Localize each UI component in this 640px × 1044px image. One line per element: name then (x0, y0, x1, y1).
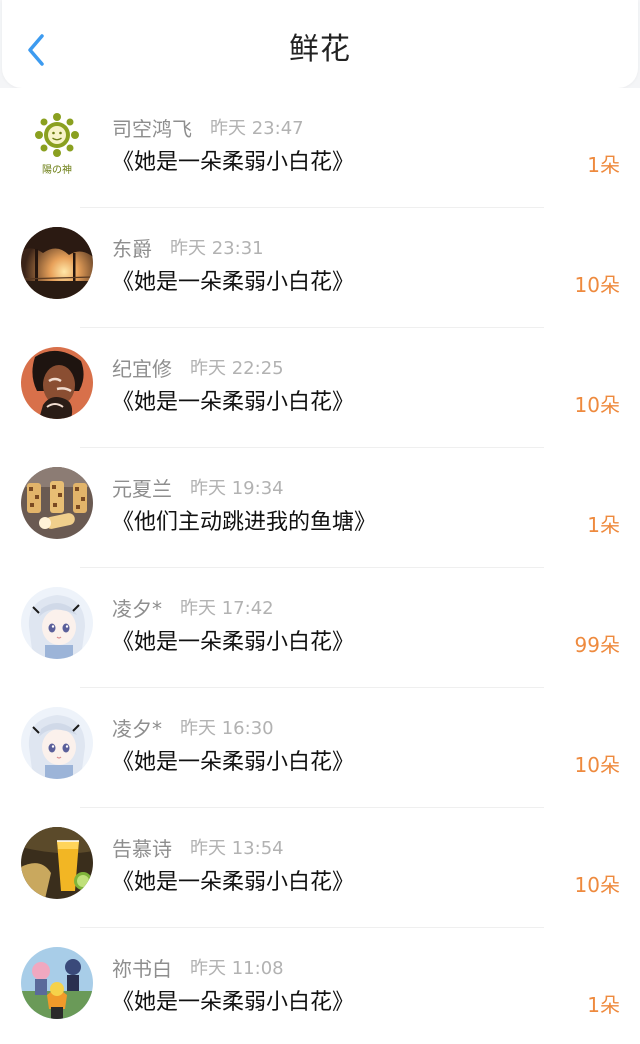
item-meta: 凌夕* 昨天 17:42 (112, 592, 274, 622)
flower-count: 10朵 (574, 273, 620, 297)
book-title[interactable]: 《他们主动跳进我的鱼塘》 (112, 506, 376, 540)
flower-count: 10朵 (574, 753, 620, 777)
anime-characters-avatar (21, 947, 93, 1019)
gift-list-item[interactable]: 东爵 昨天 23:31 《她是一朵柔弱小白花》 10朵 (0, 208, 640, 328)
timestamp: 昨天 23:47 (210, 118, 304, 139)
sunset-trees-avatar (21, 227, 93, 299)
gift-list-item[interactable]: 凌夕* 昨天 17:42 《她是一朵柔弱小白花》 99朵 (0, 568, 640, 688)
flower-count: 1朵 (587, 513, 620, 537)
sender-name[interactable]: 告慕诗 (112, 833, 172, 862)
book-title[interactable]: 《她是一朵柔弱小白花》 (112, 146, 354, 180)
sender-name[interactable]: 凌夕* (112, 713, 162, 742)
sender-name[interactable]: 元夏兰 (112, 473, 172, 502)
avatar[interactable] (21, 707, 93, 779)
item-meta: 元夏兰 昨天 19:34 (112, 472, 284, 502)
juice-drink-avatar (21, 827, 93, 899)
flower-count: 1朵 (587, 993, 620, 1017)
gift-list-item[interactable]: 凌夕* 昨天 16:30 《她是一朵柔弱小白花》 10朵 (0, 688, 640, 808)
item-meta: 纪宜修 昨天 22:25 (112, 352, 284, 382)
gift-list-item[interactable]: 陽の神 司空鸿飞 昨天 23:47 《她是一朵柔弱小白花》 1朵 (0, 88, 640, 208)
page-title: 鲜花 (289, 32, 351, 67)
sun-god-logo-avatar: 陽の神 (21, 107, 93, 179)
book-title[interactable]: 《她是一朵柔弱小白花》 (112, 866, 354, 900)
avatar[interactable] (21, 587, 93, 659)
avatar[interactable]: 陽の神 (21, 107, 93, 179)
avatar[interactable] (21, 347, 93, 419)
book-title[interactable]: 《她是一朵柔弱小白花》 (112, 266, 354, 300)
avatar[interactable] (21, 947, 93, 1019)
timestamp: 昨天 22:25 (190, 358, 284, 379)
sender-name[interactable]: 东爵 (112, 233, 152, 262)
portrait-illustration-avatar (21, 347, 93, 419)
gift-list-item[interactable]: 告慕诗 昨天 13:54 《她是一朵柔弱小白花》 10朵 (0, 808, 640, 928)
timestamp: 昨天 16:30 (180, 718, 274, 739)
flower-count: 10朵 (574, 873, 620, 897)
timestamp: 昨天 23:31 (170, 238, 264, 259)
item-meta: 司空鸿飞 昨天 23:47 (112, 112, 304, 142)
item-meta: 凌夕* 昨天 16:30 (112, 712, 274, 742)
flowers-page: 鲜花 陽の神 司空鸿飞 昨天 23:47 《她是一朵柔弱小白花》 1朵 东爵 昨… (0, 0, 640, 1044)
avatar[interactable] (21, 467, 93, 539)
sender-name[interactable]: 司空鸿飞 (112, 113, 192, 142)
avatar[interactable] (21, 227, 93, 299)
sender-name[interactable]: 祢书白 (112, 953, 172, 982)
giraffe-cups-avatar (21, 467, 93, 539)
timestamp: 昨天 19:34 (190, 478, 284, 499)
flower-count: 99朵 (574, 633, 620, 657)
book-title[interactable]: 《她是一朵柔弱小白花》 (112, 386, 354, 420)
avatar[interactable] (21, 827, 93, 899)
flower-gift-list: 陽の神 司空鸿飞 昨天 23:47 《她是一朵柔弱小白花》 1朵 东爵 昨天 2… (0, 88, 640, 1044)
anime-girl-avatar (21, 707, 93, 779)
gift-list-item[interactable]: 纪宜修 昨天 22:25 《她是一朵柔弱小白花》 10朵 (0, 328, 640, 448)
nav-header: 鲜花 (2, 0, 638, 88)
anime-girl-avatar (21, 587, 93, 659)
book-title[interactable]: 《她是一朵柔弱小白花》 (112, 986, 354, 1020)
gift-list-item[interactable]: 祢书白 昨天 11:08 《她是一朵柔弱小白花》 1朵 (0, 928, 640, 1044)
gift-list-item[interactable]: 元夏兰 昨天 19:34 《他们主动跳进我的鱼塘》 1朵 (0, 448, 640, 568)
book-title[interactable]: 《她是一朵柔弱小白花》 (112, 746, 354, 780)
item-meta: 告慕诗 昨天 13:54 (112, 832, 284, 862)
timestamp: 昨天 17:42 (180, 598, 274, 619)
item-meta: 祢书白 昨天 11:08 (112, 952, 284, 982)
svg-text:陽の神: 陽の神 (42, 163, 72, 176)
item-meta: 东爵 昨天 23:31 (112, 232, 264, 262)
sender-name[interactable]: 纪宜修 (112, 353, 172, 382)
flower-count: 10朵 (574, 393, 620, 417)
timestamp: 昨天 13:54 (190, 838, 284, 859)
timestamp: 昨天 11:08 (190, 958, 284, 979)
flower-count: 1朵 (587, 153, 620, 177)
book-title[interactable]: 《她是一朵柔弱小白花》 (112, 626, 354, 660)
sender-name[interactable]: 凌夕* (112, 593, 162, 622)
